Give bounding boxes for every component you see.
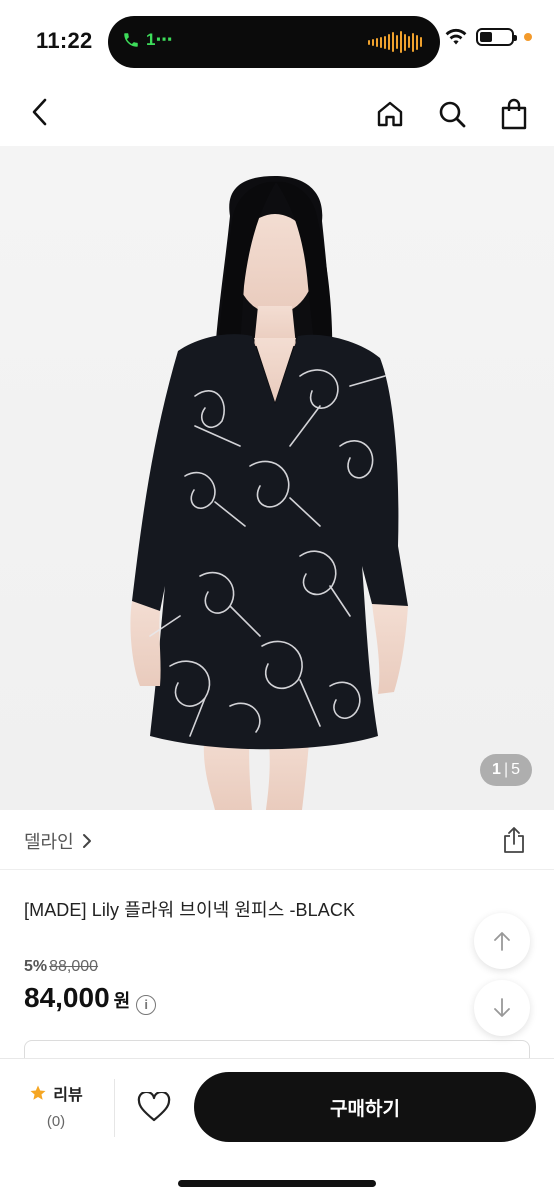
review-button[interactable]: 리뷰 (0) <box>20 1077 92 1141</box>
search-button[interactable] <box>432 94 472 134</box>
call-indicator: 1⋯ <box>122 30 172 50</box>
heart-icon <box>137 1092 171 1122</box>
currency-label: 원 <box>113 991 131 1011</box>
home-button[interactable] <box>370 94 410 134</box>
image-counter-current: 1 <box>492 761 501 778</box>
shopping-bag-icon <box>501 98 527 130</box>
brand-row: 델라인 <box>0 810 554 870</box>
discount-rate: 5% <box>24 958 48 975</box>
image-counter-separator: | <box>503 761 509 778</box>
product-image-carousel[interactable]: 1 | 5 <box>0 146 554 810</box>
top-navigation <box>0 80 554 146</box>
review-count: (0) <box>46 1113 66 1130</box>
call-label: 1⋯ <box>146 30 173 49</box>
review-header: 리뷰 <box>29 1081 83 1105</box>
audio-wave-icon <box>368 30 422 54</box>
chevron-right-icon <box>82 834 91 848</box>
home-indicator <box>178 1180 376 1187</box>
dynamic-island[interactable]: 1⋯ <box>108 16 440 68</box>
privacy-indicator-dot <box>524 33 532 41</box>
review-label: 리뷰 <box>53 1087 83 1104</box>
nav-actions <box>370 94 534 134</box>
wishlist-button[interactable] <box>132 1087 176 1127</box>
discount-row: 5% 88,000 <box>24 958 98 976</box>
status-bar: 11:22 1⋯ <box>0 0 554 80</box>
image-counter: 1 | 5 <box>480 754 532 786</box>
cart-button[interactable] <box>494 94 534 134</box>
brand-name: 델라인 <box>24 832 74 852</box>
image-counter-total: 5 <box>511 761 520 778</box>
arrow-up-icon <box>494 932 510 951</box>
home-icon <box>377 101 403 127</box>
bottom-bar-divider <box>114 1079 115 1137</box>
status-time: 11:22 <box>36 28 93 53</box>
star-icon <box>30 1085 46 1100</box>
phone-icon <box>124 33 138 47</box>
bottom-action-bar: 리뷰 (0) 구매하기 <box>0 1058 554 1200</box>
scroll-to-top-button[interactable] <box>474 913 530 969</box>
wifi-icon <box>445 28 467 45</box>
battery-icon <box>476 28 517 46</box>
status-indicators <box>444 28 532 46</box>
brand-link[interactable]: 델라인 <box>24 828 92 854</box>
chevron-left-icon <box>32 98 47 126</box>
arrow-down-icon <box>494 998 510 1017</box>
search-icon <box>439 101 466 128</box>
product-photo <box>130 176 408 810</box>
product-title: [MADE] Lily 플라워 브이넥 원피스 -BLACK <box>24 900 356 920</box>
back-button[interactable] <box>22 94 58 130</box>
sale-price: 84,000 <box>24 982 110 1013</box>
buy-button[interactable]: 구매하기 <box>194 1072 536 1142</box>
original-price: 88,000 <box>49 958 99 975</box>
share-icon <box>504 827 524 853</box>
price-info-icon[interactable]: i <box>136 994 157 1015</box>
share-button[interactable] <box>498 824 530 856</box>
scroll-to-bottom-button[interactable] <box>474 980 530 1036</box>
price-row: 84,000 원 i <box>24 982 157 1015</box>
